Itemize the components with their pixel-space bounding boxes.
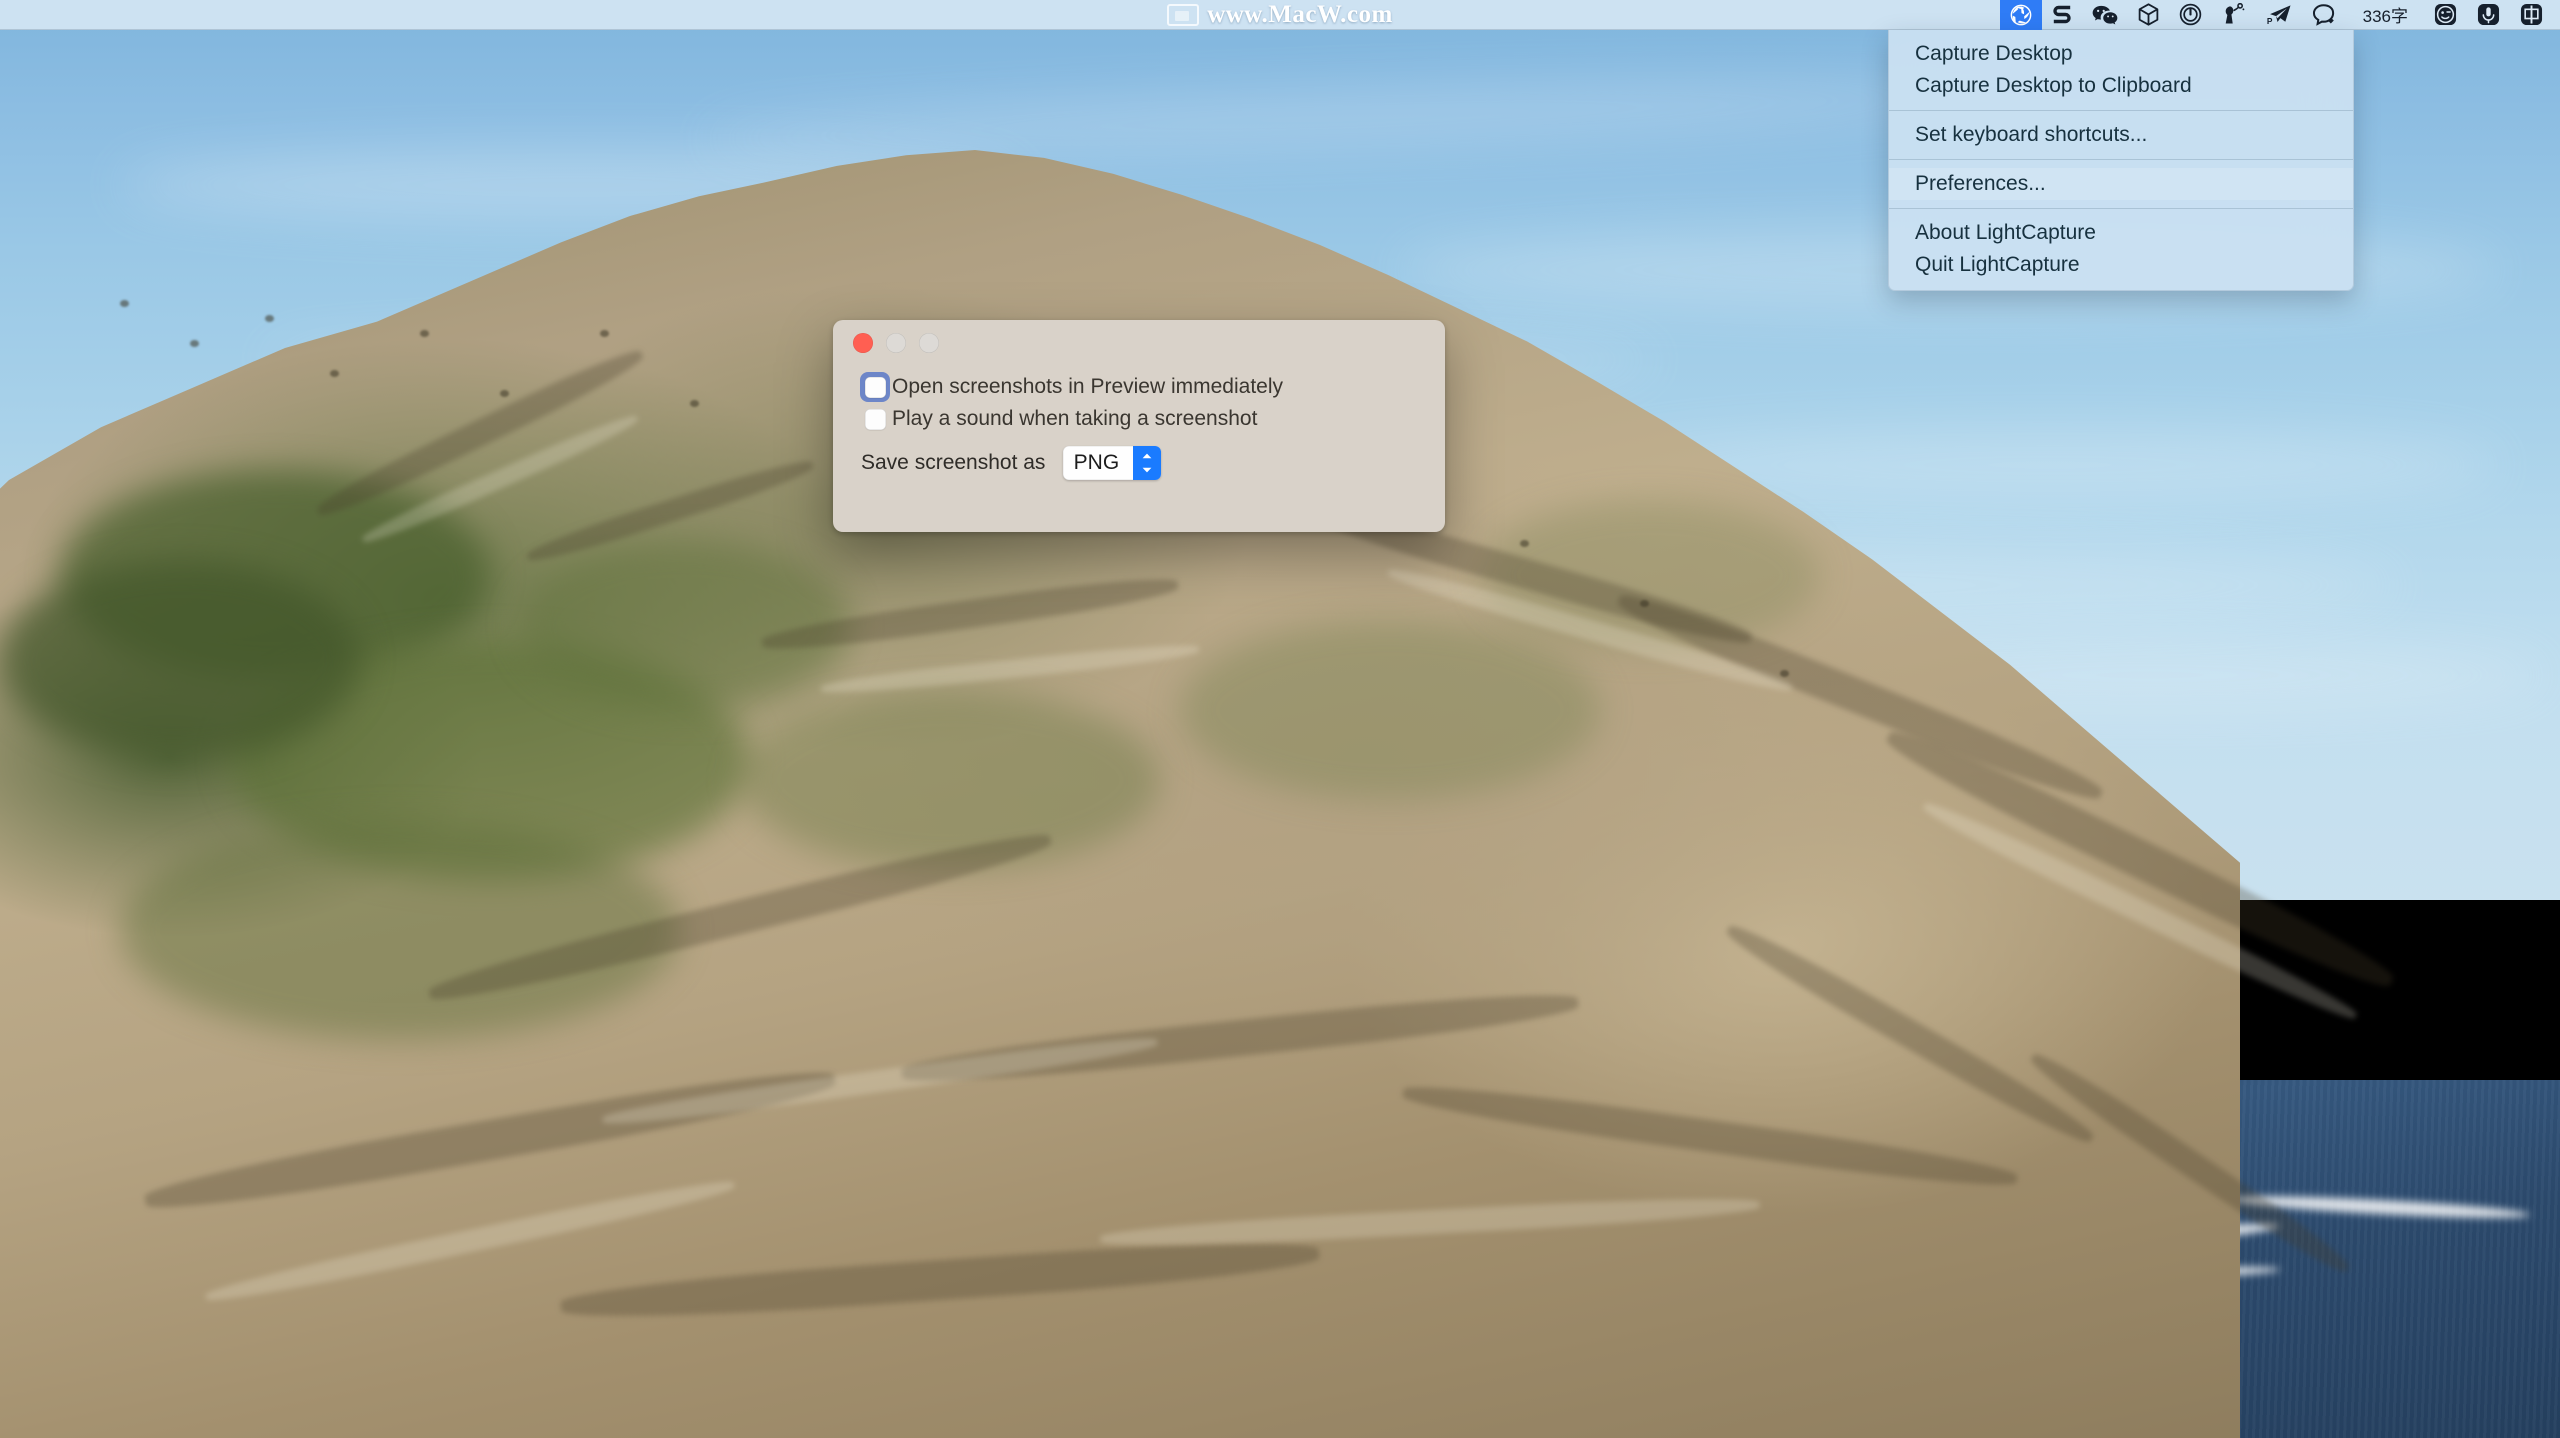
shrub-dot xyxy=(190,340,199,347)
shrub-dot xyxy=(600,330,609,337)
screen-logo-icon xyxy=(1167,4,1200,26)
scrub-patch xyxy=(1180,620,1600,800)
status-item-power[interactable] xyxy=(2169,0,2212,30)
menu-group-app: About LightCapture Quit LightCapture xyxy=(1889,215,2353,283)
chinese-ime-icon xyxy=(2520,3,2543,26)
aperture-icon xyxy=(2010,4,2031,25)
shrub-dot xyxy=(265,315,274,322)
paper-plane-icon: P xyxy=(2267,5,2291,26)
lightcapture-status-menu: Capture Desktop Capture Desktop to Clipb… xyxy=(1888,30,2354,291)
menu-item-label: Preferences... xyxy=(1915,172,2046,195)
preferences-body: Open screenshots in Preview immediately … xyxy=(833,371,1445,480)
cube-box-icon xyxy=(2138,3,2158,26)
status-item-snipaste[interactable] xyxy=(2042,0,2082,30)
power-circle-icon xyxy=(2179,3,2201,26)
status-item-wechat[interactable] xyxy=(2082,0,2128,30)
preference-row-open-preview[interactable]: Open screenshots in Preview immediately xyxy=(860,371,1445,403)
shrub-dot xyxy=(1520,540,1529,547)
status-item-telegram[interactable]: P xyxy=(2256,0,2302,30)
maximize-button[interactable] xyxy=(919,333,939,353)
menu-item-capture-desktop[interactable]: Capture Desktop xyxy=(1889,38,2353,70)
microphone-icon xyxy=(2477,3,2500,26)
shrub-dot xyxy=(1640,600,1649,607)
menu-item-label: Set keyboard shortcuts... xyxy=(1915,123,2148,146)
shrub-dot xyxy=(120,300,129,307)
menu-separator xyxy=(1889,159,2353,160)
bartender-icon xyxy=(2225,3,2244,24)
checkbox-box-icon xyxy=(864,376,886,398)
status-item-package[interactable] xyxy=(2128,0,2169,30)
close-button[interactable] xyxy=(853,333,873,353)
preferences-window: Open screenshots in Preview immediately … xyxy=(833,320,1445,532)
scrub-patch xyxy=(0,560,360,760)
open-preview-checkbox[interactable] xyxy=(860,372,890,402)
status-item-aperture[interactable] xyxy=(1999,0,2042,30)
menu-bar: www.MacW.com P 336字 xyxy=(0,0,2560,30)
open-preview-label: Open screenshots in Preview immediately xyxy=(892,375,1284,398)
scrub-patch xyxy=(120,820,680,1040)
menu-item-quit-lightcapture[interactable]: Quit LightCapture xyxy=(1889,249,2353,281)
save-format-value: PNG xyxy=(1073,451,1120,474)
status-item-ime[interactable] xyxy=(2510,0,2553,30)
menu-item-about-lightcapture[interactable]: About LightCapture xyxy=(1889,217,2353,249)
watermark-text: www.MacW.com xyxy=(1207,1,1393,28)
svg-text:P: P xyxy=(2267,16,2273,26)
menu-bar-status-area: P 336字 xyxy=(1999,0,2560,30)
menu-group-shortcuts: Set keyboard shortcuts... xyxy=(1889,117,2353,153)
shrub-dot xyxy=(500,390,509,397)
menu-item-label: Capture Desktop xyxy=(1915,42,2073,65)
wechat-icon xyxy=(2092,5,2117,24)
status-item-emoji[interactable] xyxy=(2424,0,2467,30)
menu-item-preferences[interactable]: Preferences... xyxy=(1889,168,2353,200)
status-item-bartender[interactable] xyxy=(2212,0,2256,30)
input-count-text: 336字 xyxy=(2362,7,2408,26)
menu-group-preferences: Preferences... xyxy=(1889,166,2353,202)
checkbox-box-icon xyxy=(864,408,886,430)
snipaste-s-icon xyxy=(2052,5,2071,23)
menu-item-set-keyboard-shortcuts[interactable]: Set keyboard shortcuts... xyxy=(1889,119,2353,151)
emoji-face-icon xyxy=(2434,3,2457,26)
status-item-microphone[interactable] xyxy=(2467,0,2510,30)
save-format-select[interactable]: PNG xyxy=(1063,446,1162,480)
menu-separator xyxy=(1889,208,2353,209)
menu-item-label: About LightCapture xyxy=(1915,221,2096,244)
scrub-patch xyxy=(740,690,1160,870)
status-item-bubble-search[interactable] xyxy=(2302,0,2347,30)
preference-row-play-sound[interactable]: Play a sound when taking a screenshot xyxy=(861,403,1445,435)
shrub-dot xyxy=(690,400,699,407)
preference-row-save-format: Save screenshot as PNG xyxy=(861,446,1445,480)
shrub-dot xyxy=(420,330,429,337)
shrub-dot xyxy=(1780,670,1789,677)
menu-group-capture: Capture Desktop Capture Desktop to Clipb… xyxy=(1889,36,2353,104)
menu-item-label: Quit LightCapture xyxy=(1915,253,2080,276)
speech-bubble-search-icon xyxy=(2312,4,2334,26)
save-format-label: Save screenshot as xyxy=(861,451,1046,474)
chevron-updown-icon xyxy=(1133,446,1162,480)
status-item-input-count[interactable]: 336字 xyxy=(2347,0,2424,30)
menu-item-label: Capture Desktop to Clipboard xyxy=(1915,74,2192,97)
window-titlebar[interactable] xyxy=(833,320,1445,366)
shrub-dot xyxy=(330,370,339,377)
scrub-patch xyxy=(520,540,850,710)
play-sound-checkbox[interactable] xyxy=(861,405,889,433)
play-sound-label: Play a sound when taking a screenshot xyxy=(892,407,1258,430)
menu-item-capture-desktop-to-clipboard[interactable]: Capture Desktop to Clipboard xyxy=(1889,70,2353,102)
minimize-button[interactable] xyxy=(886,333,906,353)
menu-separator xyxy=(1889,110,2353,111)
